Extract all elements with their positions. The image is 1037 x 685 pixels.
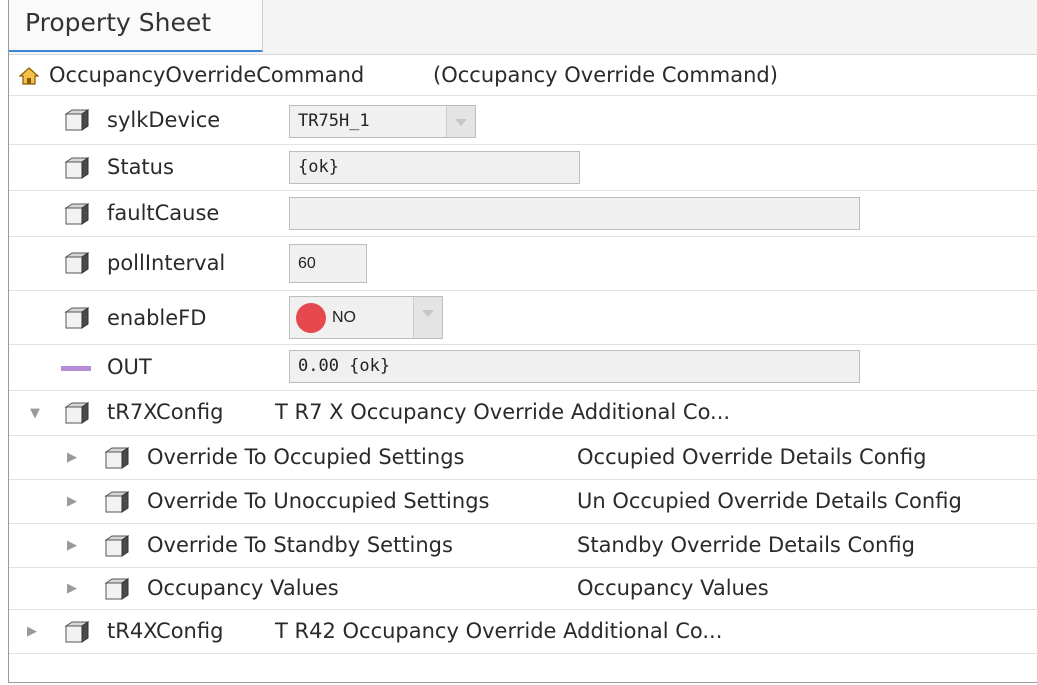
- caret-down-icon[interactable]: ▼: [30, 406, 40, 421]
- tab-property-sheet[interactable]: Property Sheet: [9, 0, 263, 52]
- tree-row-tr4xconfig[interactable]: ▶ tR4XConfig T R42 Occupancy Override Ad…: [9, 610, 1037, 654]
- pollinterval-value: 60: [298, 255, 316, 272]
- property-label: enableFD: [107, 306, 207, 330]
- tree-label: Override To Occupied Settings: [147, 445, 465, 469]
- caret-right-icon[interactable]: ▶: [67, 538, 77, 553]
- status-field: {ok}: [289, 151, 580, 184]
- cube-icon: [64, 109, 89, 131]
- cube-icon: [104, 535, 129, 557]
- tree-label: tR7XConfig: [107, 400, 224, 424]
- tree-display: Standby Override Details Config: [577, 533, 915, 557]
- tree-label: Override To Unoccupied Settings: [147, 489, 490, 513]
- status-dot-icon: [296, 303, 326, 333]
- tree-row-child[interactable]: ▶ Override To Unoccupied Settings Un Occ…: [9, 480, 1037, 524]
- property-label: faultCause: [107, 201, 220, 225]
- caret-right-icon[interactable]: ▶: [67, 494, 77, 509]
- property-row-out: OUT 0.00 {ok}: [9, 345, 1037, 391]
- tree-display: Occupied Override Details Config: [577, 445, 927, 469]
- caret-right-icon[interactable]: ▶: [27, 624, 37, 639]
- pollinterval-input[interactable]: 60: [289, 244, 367, 283]
- cube-icon: [64, 402, 89, 424]
- cube-icon: [64, 621, 89, 643]
- property-row-status: Status {ok}: [9, 145, 1037, 191]
- out-field: 0.00 {ok}: [289, 350, 860, 383]
- property-row-sylkdevice: sylkDevice TR75H_1: [9, 97, 1037, 145]
- cube-icon: [64, 307, 89, 329]
- tree-label: tR4XConfig: [107, 619, 224, 643]
- faultcause-field: [289, 197, 860, 230]
- cube-icon: [64, 203, 89, 225]
- sylkdevice-value: TR75H_1: [298, 111, 370, 131]
- root-display-name: (Occupancy Override Command): [433, 63, 778, 87]
- tree-row-child[interactable]: ▶ Override To Standby Settings Standby O…: [9, 524, 1037, 568]
- cube-icon: [64, 157, 89, 179]
- tree-display: T R7 X Occupancy Override Additional Co.…: [275, 400, 731, 424]
- property-label: OUT: [107, 355, 152, 379]
- property-row-enablefd: enableFD NO: [9, 291, 1037, 345]
- tree-label: Occupancy Values: [147, 576, 339, 600]
- home-icon: [19, 67, 39, 85]
- caret-right-icon[interactable]: ▶: [67, 450, 77, 465]
- property-row-faultcause: faultCause: [9, 191, 1037, 237]
- cube-icon: [104, 578, 129, 600]
- tab-label: Property Sheet: [25, 8, 212, 37]
- status-value: {ok}: [298, 157, 339, 177]
- chevron-down-icon[interactable]: [446, 106, 475, 137]
- cube-icon: [104, 491, 129, 513]
- root-row[interactable]: OccupancyOverrideCommand (Occupancy Over…: [9, 56, 1037, 96]
- caret-right-icon[interactable]: ▶: [67, 581, 77, 596]
- tree-label: Override To Standby Settings: [147, 533, 453, 557]
- property-label: Status: [107, 155, 174, 179]
- tree-row-tr7xconfig[interactable]: ▼ tR7XConfig T R7 X Occupancy Override A…: [9, 391, 1037, 436]
- tab-bar: Property Sheet: [9, 0, 1037, 55]
- tree-row-child[interactable]: ▶ Override To Occupied Settings Occupied…: [9, 436, 1037, 480]
- cube-icon: [64, 252, 89, 274]
- tree-display: Occupancy Values: [577, 576, 769, 600]
- property-label: pollInterval: [107, 251, 226, 275]
- root-name: OccupancyOverrideCommand: [49, 63, 365, 87]
- enablefd-value: NO: [332, 309, 356, 326]
- out-value: 0.00 {ok}: [298, 356, 391, 376]
- enablefd-select[interactable]: NO: [289, 296, 443, 339]
- slot-bar-icon: [61, 366, 91, 371]
- chevron-down-icon[interactable]: [413, 297, 442, 338]
- property-row-pollinterval: pollInterval 60: [9, 237, 1037, 291]
- cube-icon: [104, 447, 129, 469]
- property-label: sylkDevice: [107, 108, 221, 132]
- tree-display: T R42 Occupancy Override Additional Co..…: [275, 619, 723, 643]
- tree-display: Un Occupied Override Details Config: [577, 489, 962, 513]
- tree-row-child[interactable]: ▶ Occupancy Values Occupancy Values: [9, 568, 1037, 610]
- sylkdevice-select[interactable]: TR75H_1: [289, 105, 476, 138]
